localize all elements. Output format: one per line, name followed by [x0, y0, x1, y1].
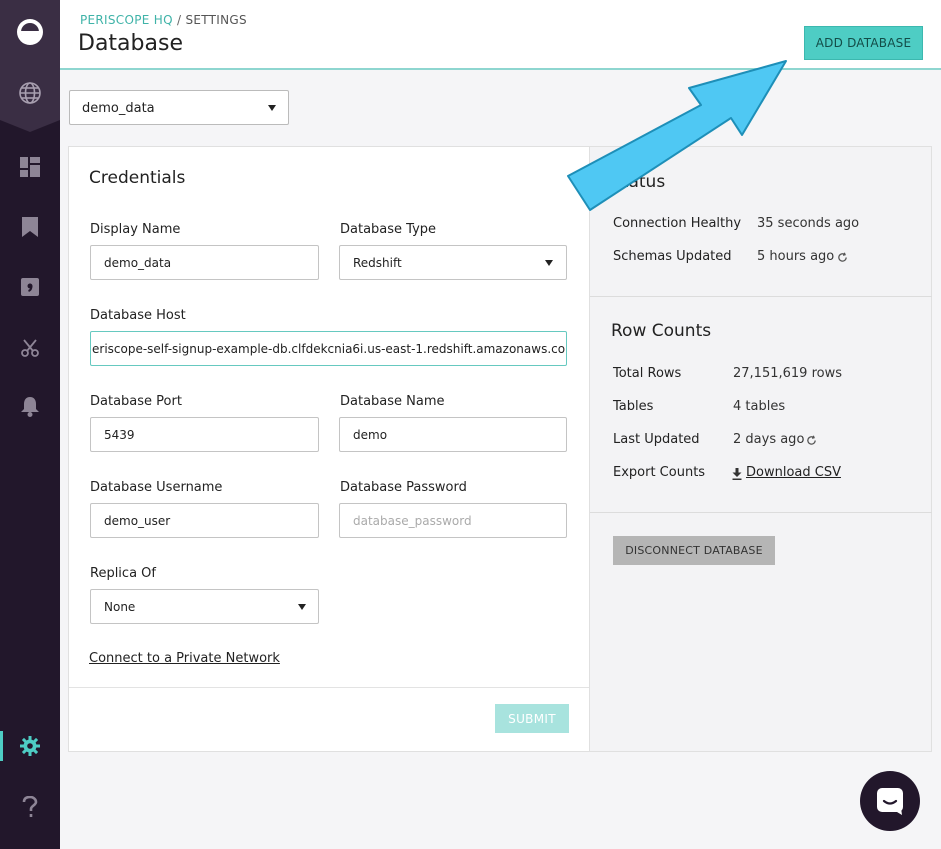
- credentials-title: Credentials: [89, 168, 186, 188]
- database-name-input[interactable]: [339, 417, 567, 452]
- private-network-link[interactable]: Connect to a Private Network: [89, 651, 280, 666]
- database-password-label: Database Password: [340, 480, 467, 495]
- database-type-label: Database Type: [340, 222, 437, 237]
- database-info-pane: Status Connection Healthy 35 seconds ago…: [589, 147, 932, 751]
- dashboard-icon[interactable]: [15, 152, 45, 182]
- credentials-footer: SUBMIT: [69, 687, 589, 751]
- schemas-updated-label: Schemas Updated: [613, 249, 732, 264]
- breadcrumb: PERISCOPE HQ / SETTINGS: [80, 13, 247, 27]
- credentials-form: Credentials Display Name Database Type R…: [69, 147, 589, 751]
- database-select-value: demo_data: [82, 101, 155, 116]
- last-updated-value: 2 days ago: [733, 432, 805, 447]
- download-csv-link[interactable]: Download CSV: [746, 465, 841, 480]
- schemas-updated-value: 5 hours ago: [757, 249, 835, 264]
- breadcrumb-separator: /: [176, 13, 182, 27]
- breadcrumb-org[interactable]: PERISCOPE HQ: [80, 13, 173, 27]
- sidebar-notch: [0, 120, 60, 132]
- last-updated-label: Last Updated: [613, 432, 700, 447]
- database-port-label: Database Port: [90, 394, 182, 409]
- tables-value: 4 tables: [733, 399, 786, 414]
- chat-icon: [877, 788, 903, 815]
- replica-of-value: None: [104, 600, 136, 614]
- database-password-input[interactable]: [339, 503, 567, 538]
- snippet-icon[interactable]: [15, 272, 45, 302]
- chevron-down-icon: [298, 604, 306, 610]
- connection-healthy-value: 35 seconds ago: [757, 216, 860, 231]
- database-host-input[interactable]: [90, 331, 567, 366]
- database-username-input[interactable]: [90, 503, 319, 538]
- globe-icon[interactable]: [15, 78, 45, 108]
- refresh-icon[interactable]: [806, 435, 817, 446]
- total-rows-value: 27,151,619 rows: [733, 366, 842, 381]
- section-divider: [590, 512, 932, 513]
- disconnect-database-button[interactable]: DISCONNECT DATABASE: [613, 536, 775, 565]
- scissors-icon[interactable]: [15, 333, 45, 363]
- database-type-value: Redshift: [353, 256, 402, 270]
- database-host-label: Database Host: [90, 308, 186, 323]
- page-title: Database: [78, 31, 183, 56]
- display-name-label: Display Name: [90, 222, 181, 237]
- add-database-button[interactable]: ADD DATABASE: [804, 26, 923, 60]
- breadcrumb-settings[interactable]: SETTINGS: [185, 13, 246, 27]
- replica-of-label: Replica Of: [90, 566, 156, 581]
- database-name-label: Database Name: [340, 394, 445, 409]
- connection-healthy-label: Connection Healthy: [613, 216, 742, 231]
- chevron-down-icon: [545, 260, 553, 266]
- bell-icon[interactable]: [15, 392, 45, 422]
- total-rows-label: Total Rows: [613, 366, 682, 381]
- refresh-icon[interactable]: [837, 252, 848, 263]
- sidebar: [0, 0, 60, 849]
- periscope-logo-icon[interactable]: [15, 17, 45, 47]
- database-type-select[interactable]: Redshift: [339, 245, 567, 280]
- download-icon: [732, 468, 742, 480]
- active-indicator: [0, 731, 3, 761]
- database-panel: Credentials Display Name Database Type R…: [68, 146, 932, 752]
- section-divider: [590, 296, 932, 297]
- submit-button[interactable]: SUBMIT: [495, 704, 569, 733]
- export-counts-label: Export Counts: [613, 465, 706, 480]
- database-username-label: Database Username: [90, 480, 223, 495]
- status-title: Status: [611, 172, 666, 192]
- tables-label: Tables: [613, 399, 654, 414]
- bookmark-icon[interactable]: [15, 212, 45, 242]
- chat-button[interactable]: [860, 771, 920, 831]
- database-select[interactable]: demo_data: [69, 90, 289, 125]
- page-header: PERISCOPE HQ / SETTINGS Database ADD DAT…: [60, 0, 941, 70]
- replica-of-select[interactable]: None: [90, 589, 319, 624]
- help-icon[interactable]: [15, 792, 45, 822]
- database-port-input[interactable]: [90, 417, 319, 452]
- display-name-input[interactable]: [90, 245, 319, 280]
- gear-icon[interactable]: [15, 731, 45, 761]
- row-counts-title: Row Counts: [611, 321, 712, 341]
- chevron-down-icon: [268, 105, 276, 111]
